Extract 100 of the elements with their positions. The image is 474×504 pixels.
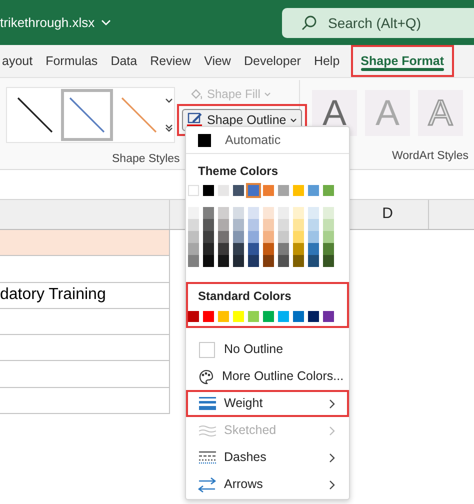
- color-swatch[interactable]: [293, 207, 304, 219]
- color-swatch[interactable]: [278, 311, 289, 322]
- caret-icon: [264, 92, 272, 96]
- ribbon-tab[interactable]: Data: [108, 45, 140, 77]
- color-swatch[interactable]: [248, 255, 259, 267]
- color-swatch[interactable]: [188, 207, 199, 219]
- color-swatch[interactable]: [323, 311, 334, 322]
- shape-style-thumbnail[interactable]: [61, 89, 113, 141]
- color-swatch[interactable]: [308, 207, 319, 219]
- color-swatch[interactable]: [308, 255, 319, 267]
- ribbon-tab[interactable]: Help: [312, 45, 342, 77]
- color-swatch[interactable]: [293, 219, 304, 231]
- chevron-down-icon[interactable]: [100, 19, 111, 26]
- color-swatch[interactable]: [293, 243, 304, 255]
- ribbon-tab[interactable]: Developer: [242, 45, 303, 77]
- color-swatch[interactable]: [218, 207, 229, 219]
- color-swatch[interactable]: [218, 219, 229, 231]
- color-swatch[interactable]: [323, 185, 334, 196]
- color-swatch[interactable]: [263, 231, 274, 243]
- color-swatch[interactable]: [188, 185, 199, 196]
- color-swatch[interactable]: [203, 311, 214, 322]
- color-swatch[interactable]: [218, 185, 229, 196]
- menu-item[interactable]: Dashes: [186, 444, 349, 471]
- menu-item[interactable]: Arrows: [186, 471, 349, 498]
- dash-style-icon: [198, 451, 216, 464]
- color-swatch[interactable]: [203, 207, 214, 219]
- color-swatch[interactable]: [323, 243, 334, 255]
- group-label: WordArt Styles: [392, 149, 468, 164]
- color-swatch[interactable]: [203, 219, 214, 231]
- color-swatch[interactable]: [233, 207, 244, 219]
- chevron-right-icon: [329, 426, 335, 436]
- color-swatch[interactable]: [263, 311, 274, 322]
- color-swatch[interactable]: [308, 311, 319, 322]
- color-swatch[interactable]: [278, 255, 289, 267]
- color-swatch[interactable]: [308, 243, 319, 255]
- color-swatch[interactable]: [233, 185, 244, 196]
- scroll-down-icon[interactable]: [165, 98, 173, 104]
- color-swatch[interactable]: [233, 231, 244, 243]
- color-swatch[interactable]: [293, 255, 304, 267]
- color-swatch[interactable]: [278, 231, 289, 243]
- color-swatch[interactable]: [278, 243, 289, 255]
- ribbon-tab[interactable]: Review: [148, 45, 194, 77]
- color-swatch[interactable]: [218, 311, 229, 322]
- color-swatch[interactable]: [323, 255, 334, 267]
- menu-item[interactable]: Weight: [186, 390, 349, 417]
- color-swatch[interactable]: [248, 311, 259, 322]
- color-swatch[interactable]: [203, 185, 214, 196]
- color-swatch[interactable]: [188, 311, 199, 322]
- menu-item[interactable]: More Outline Colors...: [186, 363, 349, 390]
- color-swatch[interactable]: [188, 219, 199, 231]
- color-swatch[interactable]: [263, 255, 274, 267]
- color-swatch[interactable]: [263, 243, 274, 255]
- search-icon: [301, 15, 317, 31]
- color-swatch[interactable]: [278, 219, 289, 231]
- file-name[interactable]: trikethrough.xlsx: [0, 12, 95, 32]
- color-swatch[interactable]: [278, 207, 289, 219]
- ribbon-tab[interactable]: ayout: [0, 45, 35, 77]
- menu-item[interactable]: No Outline: [186, 336, 349, 363]
- color-swatch[interactable]: [278, 185, 289, 196]
- color-swatch[interactable]: [323, 207, 334, 219]
- more-styles-icon[interactable]: [165, 124, 173, 132]
- color-swatch[interactable]: [218, 255, 229, 267]
- color-swatch[interactable]: [308, 231, 319, 243]
- menu-item[interactable]: Automatic: [186, 127, 349, 154]
- color-swatch[interactable]: [308, 219, 319, 231]
- color-swatch[interactable]: [308, 185, 319, 196]
- color-swatch[interactable]: [323, 219, 334, 231]
- table-cell: datory Training: [0, 282, 170, 309]
- color-swatch[interactable]: [188, 255, 199, 267]
- ribbon-tab[interactable]: Shape Format: [350, 45, 454, 77]
- color-swatch[interactable]: [323, 231, 334, 243]
- color-swatch[interactable]: [218, 231, 229, 243]
- ribbon-tab[interactable]: View: [202, 45, 233, 77]
- search-field[interactable]: Search (Alt+Q): [282, 8, 474, 38]
- color-swatch[interactable]: [248, 207, 259, 219]
- color-swatch[interactable]: [248, 231, 259, 243]
- color-swatch[interactable]: [248, 243, 259, 255]
- color-swatch[interactable]: [248, 219, 259, 231]
- color-swatch[interactable]: [188, 231, 199, 243]
- group-label: Shape Styles: [112, 152, 180, 167]
- color-swatch[interactable]: [233, 311, 244, 322]
- color-swatch[interactable]: [233, 219, 244, 231]
- color-swatch[interactable]: [293, 231, 304, 243]
- checkbox-icon: [199, 342, 215, 358]
- color-swatch[interactable]: [233, 243, 244, 255]
- color-swatch[interactable]: [263, 219, 274, 231]
- caret-icon: [290, 118, 298, 122]
- color-swatch[interactable]: [248, 185, 259, 196]
- color-swatch[interactable]: [263, 207, 274, 219]
- color-swatch[interactable]: [203, 231, 214, 243]
- color-swatch[interactable]: [203, 243, 214, 255]
- color-swatch[interactable]: [188, 243, 199, 255]
- section-heading: Standard Colors: [197, 288, 292, 305]
- color-swatch[interactable]: [218, 243, 229, 255]
- ribbon-tab[interactable]: Formulas: [44, 45, 100, 77]
- color-swatch[interactable]: [203, 255, 214, 267]
- color-swatch[interactable]: [293, 185, 304, 196]
- color-swatch[interactable]: [293, 311, 304, 322]
- color-swatch[interactable]: [263, 185, 274, 196]
- color-swatch[interactable]: [233, 255, 244, 267]
